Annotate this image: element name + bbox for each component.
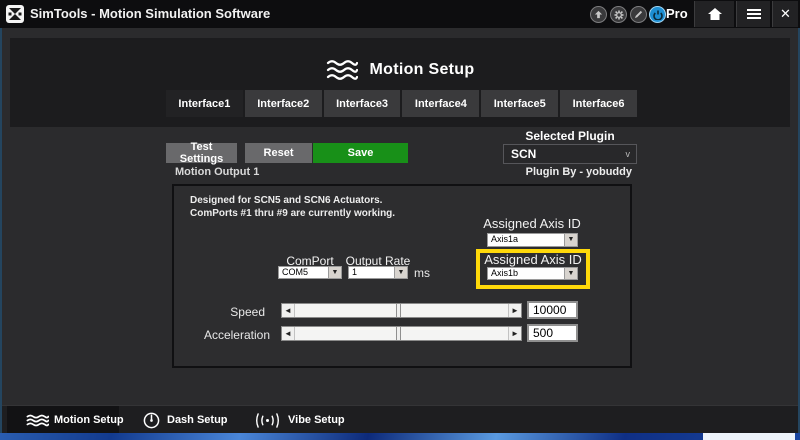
- motion-setup-icon[interactable]: [26, 414, 49, 427]
- power-icon[interactable]: [649, 6, 666, 23]
- motion-waves-icon: [326, 60, 358, 80]
- acceleration-slider-track[interactable]: [295, 327, 508, 340]
- desktop-background: [0, 433, 800, 440]
- close-button[interactable]: ✕: [772, 1, 798, 27]
- update-icon[interactable]: [590, 6, 607, 23]
- titlebar: SimTools - Motion Simulation Software Pr…: [0, 0, 800, 28]
- edit-icon[interactable]: [630, 6, 647, 23]
- menu-button[interactable]: [736, 1, 770, 27]
- test-settings-button[interactable]: Test Settings: [166, 141, 237, 165]
- slider-left-arrow-icon[interactable]: ◄: [282, 327, 295, 340]
- tab-interface6[interactable]: Interface6: [560, 90, 637, 117]
- nav-dash-setup[interactable]: Dash Setup: [167, 406, 228, 434]
- description-line-2: ComPorts #1 thru #9 are currently workin…: [190, 208, 396, 219]
- description-line-1: Designed for SCN5 and SCN6 Actuators.: [190, 195, 383, 206]
- dropdown-arrow-icon: ▼: [394, 267, 407, 278]
- reset-button[interactable]: Reset: [245, 143, 312, 163]
- simtools-logo-icon: [6, 5, 24, 23]
- selected-plugin-label: Selected Plugin: [525, 129, 615, 143]
- app-window: SimTools - Motion Simulation Software Pr…: [0, 0, 800, 440]
- speed-value-field[interactable]: 10000: [527, 301, 578, 319]
- desktop-window-fragment: [703, 433, 795, 440]
- bottom-nav-bar: Motion Setup Dash Setup Vibe Setup: [2, 405, 798, 434]
- plugin-description: Designed for SCN5 and SCN6 Actuators. Co…: [190, 194, 395, 220]
- comport-value: COM5: [282, 267, 309, 277]
- ms-unit-label: ms: [414, 266, 430, 280]
- save-button[interactable]: Save: [313, 143, 408, 163]
- axis-b-value: Axis1b: [491, 268, 519, 278]
- output-rate-dropdown[interactable]: 1 ▼: [348, 266, 408, 279]
- header-panel: Motion Setup Interface1 Interface2 Inter…: [10, 38, 790, 127]
- acceleration-value-field[interactable]: 500: [527, 324, 578, 342]
- page-header: Motion Setup: [10, 54, 790, 86]
- slider-right-arrow-icon[interactable]: ►: [508, 327, 521, 340]
- selected-plugin-dropdown[interactable]: SCN v: [503, 144, 637, 164]
- settings-icon[interactable]: [610, 6, 627, 23]
- home-button[interactable]: [694, 1, 734, 27]
- output-rate-value: 1: [352, 267, 358, 277]
- pro-badge: Pro: [666, 6, 688, 21]
- nav-vibe-setup[interactable]: Vibe Setup: [288, 406, 345, 434]
- home-icon: [707, 8, 722, 20]
- slider-right-arrow-icon[interactable]: ►: [508, 304, 521, 317]
- interface-tabs: Interface1 Interface2 Interface3 Interfa…: [166, 90, 637, 117]
- speed-slider[interactable]: ◄ ►: [281, 303, 522, 318]
- axis-a-label: Assigned Axis ID: [483, 216, 581, 231]
- page-title: Motion Setup: [369, 61, 475, 78]
- plugin-by-credit: Plugin By - yobuddy: [525, 166, 632, 178]
- window-title: SimTools - Motion Simulation Software: [30, 6, 271, 21]
- chevron-down-icon: v: [625, 149, 631, 159]
- vibe-setup-icon[interactable]: [254, 413, 281, 428]
- acceleration-slider[interactable]: ◄ ►: [281, 326, 522, 341]
- dropdown-arrow-icon: ▼: [564, 268, 577, 279]
- slider-left-arrow-icon[interactable]: ◄: [282, 304, 295, 317]
- acceleration-label: Acceleration: [203, 328, 270, 342]
- motion-output-title: Motion Output 1: [175, 166, 260, 178]
- speed-slider-track[interactable]: [295, 304, 508, 317]
- dash-setup-icon[interactable]: [143, 412, 160, 429]
- speed-label: Speed: [230, 305, 265, 319]
- axis-a-dropdown[interactable]: Axis1a ▼: [487, 233, 578, 247]
- selected-plugin-value: SCN: [511, 147, 537, 161]
- tab-interface3[interactable]: Interface3: [323, 90, 401, 117]
- axis-a-value: Axis1a: [491, 234, 519, 244]
- axis-b-dropdown[interactable]: Axis1b ▼: [487, 267, 578, 280]
- tab-interface2[interactable]: Interface2: [244, 90, 322, 117]
- menu-icon: [746, 9, 761, 19]
- dropdown-arrow-icon: ▼: [328, 267, 341, 278]
- tab-interface5[interactable]: Interface5: [481, 90, 559, 117]
- dropdown-arrow-icon: ▼: [564, 234, 577, 246]
- tab-interface4[interactable]: Interface4: [402, 90, 480, 117]
- tab-interface1[interactable]: Interface1: [166, 90, 243, 117]
- axis-b-label: Assigned Axis ID: [484, 252, 582, 267]
- acceleration-slider-thumb[interactable]: [396, 327, 402, 340]
- close-icon: ✕: [780, 6, 791, 21]
- nav-motion-setup[interactable]: Motion Setup: [54, 406, 124, 434]
- speed-slider-thumb[interactable]: [396, 304, 402, 317]
- comport-dropdown[interactable]: COM5 ▼: [278, 266, 342, 279]
